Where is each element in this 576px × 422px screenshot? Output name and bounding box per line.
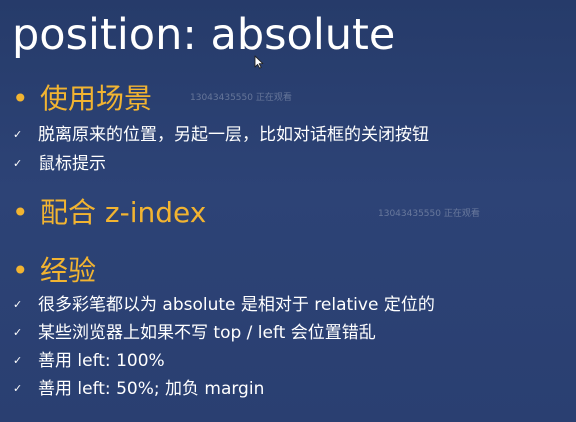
check-icon: ✓ (13, 354, 23, 367)
section-bullet: • (12, 254, 29, 287)
list-item-text: 善用 left: 50%; 加负 margin (38, 379, 265, 399)
list-item-text: 某些浏览器上如果不写 top / left 会位置错乱 (38, 323, 376, 343)
section-heading-label: 配合 z-index (40, 196, 207, 229)
section-bullet: • (12, 82, 29, 115)
section-heading-usage: • 使用场景 (12, 82, 152, 116)
check-icon: ✓ (13, 382, 23, 395)
section-heading-experience: • 经验 (12, 254, 96, 288)
check-icon: ✓ (13, 128, 23, 141)
viewer-watermark: 13043435550 正在观看 (190, 93, 292, 103)
list-item: ✓ 脱离原来的位置，另起一层，比如对话框的关闭按钮 (13, 124, 429, 146)
viewer-watermark: 13043435550 正在观看 (378, 209, 480, 219)
section-heading-label: 经验 (40, 254, 97, 287)
list-item: ✓ 善用 left: 100% (13, 350, 165, 372)
check-icon: ✓ (13, 298, 23, 311)
list-item: ✓ 某些浏览器上如果不写 top / left 会位置错乱 (13, 322, 376, 344)
list-item: ✓ 鼠标提示 (13, 153, 106, 175)
section-heading-label: 使用场景 (40, 82, 153, 115)
slide: position: absolute • 使用场景 13043435550 正在观… (0, 0, 576, 422)
list-item: ✓ 很多彩笔都以为 absolute 是相对于 relative 定位的 (13, 294, 435, 316)
list-item: ✓ 善用 left: 50%; 加负 margin (13, 378, 264, 400)
check-icon: ✓ (13, 326, 23, 339)
section-bullet: • (12, 196, 29, 229)
list-item-text: 很多彩笔都以为 absolute 是相对于 relative 定位的 (38, 295, 435, 315)
list-item-text: 鼠标提示 (38, 154, 106, 174)
check-icon: ✓ (13, 157, 23, 170)
section-heading-z-index: • 配合 z-index (12, 196, 206, 230)
slide-title: position: absolute (12, 10, 396, 60)
list-item-text: 脱离原来的位置，另起一层，比如对话框的关闭按钮 (38, 125, 429, 145)
list-item-text: 善用 left: 100% (38, 351, 165, 371)
arrow-cursor-icon (254, 55, 264, 69)
